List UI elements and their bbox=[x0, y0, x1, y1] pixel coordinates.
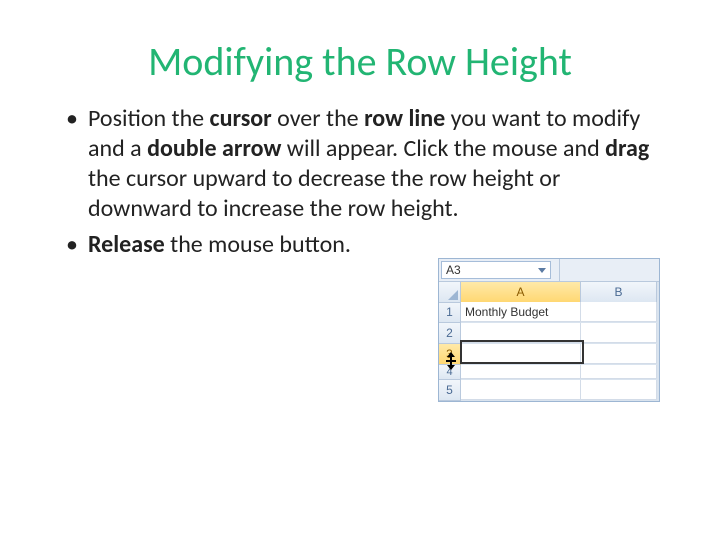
dropdown-icon[interactable] bbox=[538, 268, 546, 273]
cell[interactable] bbox=[581, 302, 657, 322]
name-box[interactable]: A3 bbox=[441, 261, 551, 279]
column-header-b[interactable]: B bbox=[581, 282, 657, 303]
table-row: 1Monthly Budget bbox=[439, 302, 659, 323]
cell[interactable] bbox=[461, 365, 581, 379]
column-header-a[interactable]: A bbox=[461, 282, 581, 303]
bold-text: drag bbox=[605, 134, 649, 163]
cell[interactable] bbox=[461, 323, 581, 343]
row-header[interactable]: 3 bbox=[439, 344, 461, 365]
text: Position the bbox=[88, 104, 210, 133]
cell[interactable] bbox=[581, 380, 657, 400]
cell[interactable] bbox=[581, 344, 657, 364]
table-row: 5 bbox=[439, 380, 659, 401]
name-box-value: A3 bbox=[446, 263, 461, 277]
slide-body: Position the cursor over the row line yo… bbox=[60, 104, 660, 260]
bullet-item: Release the mouse button. bbox=[60, 230, 660, 260]
bold-text: cursor bbox=[210, 104, 272, 133]
select-all-corner[interactable] bbox=[439, 282, 461, 303]
text: the mouse button. bbox=[165, 230, 351, 259]
bold-text: double arrow bbox=[147, 134, 281, 163]
cell[interactable] bbox=[461, 380, 581, 400]
cell[interactable] bbox=[581, 365, 657, 379]
formula-bar-row: A3 bbox=[439, 259, 659, 282]
formula-bar[interactable] bbox=[553, 259, 659, 281]
table-row: 2 bbox=[439, 323, 659, 344]
bullet-list: Position the cursor over the row line yo… bbox=[60, 104, 660, 260]
bold-text: row line bbox=[364, 104, 445, 133]
row-header[interactable]: 2 bbox=[439, 323, 461, 344]
row-header[interactable]: 1 bbox=[439, 302, 461, 323]
excel-screenshot: A3 A B 1Monthly Budget2345 bbox=[438, 258, 660, 402]
text: will appear. Click the mouse and bbox=[281, 134, 605, 163]
grid-rows: 1Monthly Budget2345 bbox=[439, 302, 659, 401]
text: the cursor upward to decrease the row he… bbox=[88, 164, 560, 223]
row-header[interactable]: 5 bbox=[439, 380, 461, 401]
text: over the bbox=[272, 104, 364, 133]
row-header[interactable]: 4 bbox=[439, 365, 461, 380]
cell[interactable]: Monthly Budget bbox=[461, 302, 581, 322]
table-row: 4 bbox=[439, 365, 659, 380]
bullet-item: Position the cursor over the row line yo… bbox=[60, 104, 660, 224]
slide-title: Modifying the Row Height bbox=[60, 40, 660, 84]
table-row: 3 bbox=[439, 344, 659, 365]
bold-text: Release bbox=[88, 230, 165, 259]
column-headers: A B bbox=[439, 282, 659, 302]
cell[interactable] bbox=[461, 344, 581, 364]
slide: Modifying the Row Height Position the cu… bbox=[0, 0, 720, 540]
cell[interactable] bbox=[581, 323, 657, 343]
divider bbox=[559, 259, 560, 281]
